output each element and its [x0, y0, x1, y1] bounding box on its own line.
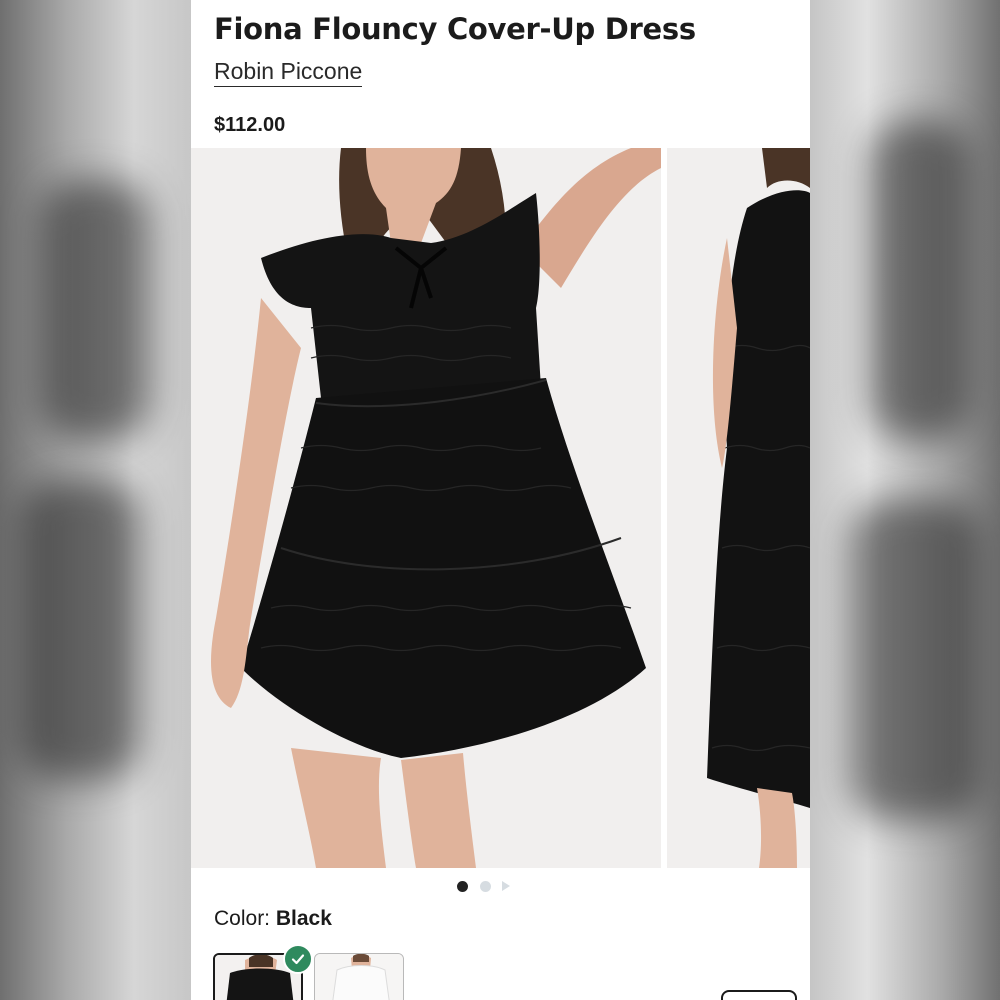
carousel-pagination: [457, 880, 527, 892]
image-carousel[interactable]: [191, 148, 810, 868]
product-image-front[interactable]: [191, 148, 661, 868]
blurred-background-right: [810, 0, 1000, 1000]
play-arrow-icon[interactable]: [502, 881, 510, 891]
check-icon: [283, 944, 313, 974]
product-page: Fiona Flouncy Cover-Up Dress Robin Picco…: [191, 0, 810, 1000]
carousel-dot[interactable]: [480, 881, 491, 892]
blurred-background-left: [0, 0, 191, 1000]
color-label: Color: Black: [214, 907, 332, 931]
product-image-side[interactable]: [667, 148, 810, 868]
carousel-dot-active[interactable]: [457, 881, 468, 892]
floating-action-button[interactable]: [721, 990, 797, 1000]
product-price: $112.00: [214, 114, 286, 136]
brand-link[interactable]: Robin Piccone: [214, 58, 363, 87]
color-label-prefix: Color:: [214, 907, 276, 930]
color-swatch-white[interactable]: [314, 953, 404, 1000]
selected-color-name: Black: [275, 907, 332, 930]
product-title: Fiona Flouncy Cover-Up Dress: [214, 12, 696, 46]
